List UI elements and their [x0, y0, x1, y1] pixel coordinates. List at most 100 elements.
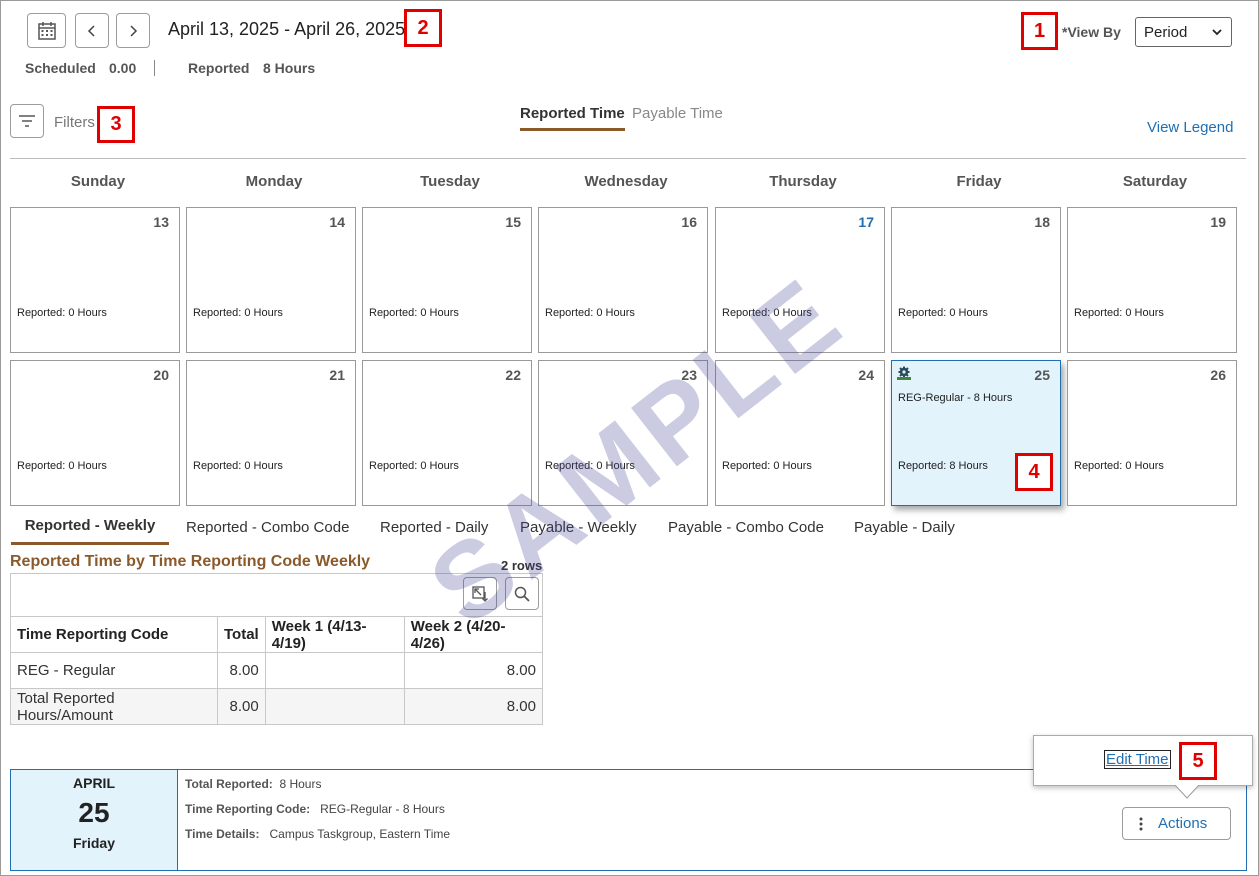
column-header: Total	[217, 616, 266, 653]
day-entry: REG-Regular - 8 Hours	[898, 392, 1013, 404]
filters-label[interactable]: Filters	[54, 114, 95, 131]
total-reported-label: Total Reported:	[185, 777, 273, 791]
day-reported: Reported: 0 Hours	[17, 307, 107, 319]
table-cell: 8.00	[217, 652, 266, 689]
day-number: 13	[153, 214, 169, 230]
scheduled-label: Scheduled	[25, 60, 96, 76]
day-reported: Reported: 0 Hours	[722, 460, 812, 472]
day-header-friday: Friday	[956, 173, 1002, 190]
calendar-day-21[interactable]: 21 Reported: 0 Hours	[186, 360, 356, 506]
tab-reported-daily[interactable]: Reported - Daily	[380, 519, 488, 536]
view-by-label: *View By	[1062, 24, 1121, 40]
next-period-button[interactable]	[116, 13, 150, 48]
actions-button[interactable]: Actions	[1122, 807, 1231, 840]
tab-payable-time[interactable]: Payable Time	[632, 105, 723, 122]
actions-menu: Edit Time	[1033, 735, 1253, 786]
filters-button[interactable]	[10, 104, 44, 138]
detail-day: 25	[78, 797, 110, 828]
calendar-day-13[interactable]: 13 Reported: 0 Hours	[10, 207, 180, 353]
tab-payable-combo-code[interactable]: Payable - Combo Code	[668, 519, 824, 536]
calendar-day-22[interactable]: 22 Reported: 0 Hours	[362, 360, 532, 506]
chevron-down-icon	[1212, 29, 1222, 36]
column-header: Week 2 (4/20-4/26)	[403, 616, 544, 653]
section-divider	[10, 158, 1246, 159]
calendar-day-16[interactable]: 16 Reported: 0 Hours	[538, 207, 708, 353]
day-number: 23	[681, 367, 697, 383]
view-legend-link[interactable]: View Legend	[1147, 119, 1233, 136]
table-cell: 8.00	[403, 688, 544, 725]
table-cell: 8.00	[217, 688, 266, 725]
previous-period-button[interactable]	[75, 13, 109, 48]
calendar-day-24[interactable]: 24 Reported: 0 Hours	[715, 360, 885, 506]
grid-header-row: Time Reporting Code Total Week 1 (4/13-4…	[10, 616, 544, 653]
detail-date-block: APRIL 25 Friday	[11, 770, 178, 870]
column-header: Time Reporting Code	[10, 616, 218, 653]
callout-5: 5	[1179, 742, 1217, 780]
detail-weekday: Friday	[72, 835, 115, 851]
time-details-line: Time Details: Campus Taskgroup, Eastern …	[185, 827, 450, 841]
callout-1: 1	[1021, 12, 1058, 50]
total-reported-line: Total Reported: 8 Hours	[185, 777, 321, 791]
calendar-day-17[interactable]: 17 Reported: 0 Hours	[715, 207, 885, 353]
day-number: 20	[153, 367, 169, 383]
day-number: 21	[329, 367, 345, 383]
reported-value: 8 Hours	[263, 60, 316, 76]
calendar-button[interactable]	[27, 13, 66, 48]
tab-payable-weekly[interactable]: Payable - Weekly	[520, 519, 636, 536]
day-reported: Reported: 8 Hours	[898, 460, 988, 472]
day-reported: Reported: 0 Hours	[722, 307, 812, 319]
download-button[interactable]	[463, 577, 497, 610]
day-reported: Reported: 0 Hours	[369, 307, 459, 319]
calendar-day-18[interactable]: 18 Reported: 0 Hours	[891, 207, 1061, 353]
total-reported-value: 8 Hours	[279, 777, 322, 791]
day-header-thursday: Thursday	[769, 173, 837, 190]
more-vertical-icon	[1139, 817, 1143, 830]
day-number: 19	[1210, 214, 1226, 230]
actions-label: Actions	[1158, 815, 1208, 832]
day-number: 25	[1034, 367, 1050, 383]
day-number: 17	[858, 214, 874, 230]
chevron-left-icon	[87, 24, 95, 37]
tab-reported-time[interactable]: Reported Time	[520, 105, 625, 131]
day-number: 15	[505, 214, 521, 230]
day-reported: Reported: 0 Hours	[1074, 307, 1164, 319]
filter-icon	[19, 115, 35, 127]
grid-title: Reported Time by Time Reporting Code Wee…	[10, 553, 371, 570]
view-by-value: Period	[1144, 23, 1188, 41]
view-by-select[interactable]: Period	[1135, 17, 1232, 47]
reported-label: Reported	[188, 60, 250, 76]
table-cell	[264, 688, 405, 725]
calendar-day-26[interactable]: 26 Reported: 0 Hours	[1067, 360, 1237, 506]
search-button[interactable]	[505, 577, 539, 610]
header-divider	[154, 60, 155, 76]
callout-4: 4	[1015, 453, 1053, 491]
day-reported: Reported: 0 Hours	[17, 460, 107, 472]
day-reported: Reported: 0 Hours	[545, 460, 635, 472]
day-reported: Reported: 0 Hours	[1074, 460, 1164, 472]
calendar-day-20[interactable]: 20 Reported: 0 Hours	[10, 360, 180, 506]
time-details-label: Time Details:	[185, 827, 260, 841]
edit-time-menu-item[interactable]: Edit Time	[1104, 750, 1171, 769]
calendar-day-14[interactable]: 14 Reported: 0 Hours	[186, 207, 356, 353]
table-cell: 8.00	[403, 652, 544, 689]
calendar-day-15[interactable]: 15 Reported: 0 Hours	[362, 207, 532, 353]
tab-payable-daily[interactable]: Payable - Daily	[854, 519, 955, 536]
day-number: 26	[1210, 367, 1226, 383]
day-reported: Reported: 0 Hours	[369, 460, 459, 472]
table-cell: REG - Regular	[10, 652, 218, 689]
day-number: 22	[505, 367, 521, 383]
scheduled-value: 0.00	[109, 60, 137, 76]
table-cell: Total Reported Hours/Amount	[10, 688, 218, 725]
day-reported: Reported: 0 Hours	[193, 460, 283, 472]
search-icon	[514, 586, 530, 602]
reported-time-grid: Time Reporting Code Total Week 1 (4/13-4…	[10, 616, 544, 725]
calendar-day-23[interactable]: 23 Reported: 0 Hours	[538, 360, 708, 506]
tab-reported-weekly[interactable]: Reported - Weekly	[11, 517, 169, 545]
column-header: Week 1 (4/13-4/19)	[264, 616, 405, 653]
day-number: 16	[681, 214, 697, 230]
day-number: 18	[1034, 214, 1050, 230]
trc-label: Time Reporting Code:	[185, 802, 311, 816]
calendar-day-19[interactable]: 19 Reported: 0 Hours	[1067, 207, 1237, 353]
detail-month: APRIL	[73, 775, 115, 791]
tab-reported-combo-code[interactable]: Reported - Combo Code	[186, 519, 349, 536]
